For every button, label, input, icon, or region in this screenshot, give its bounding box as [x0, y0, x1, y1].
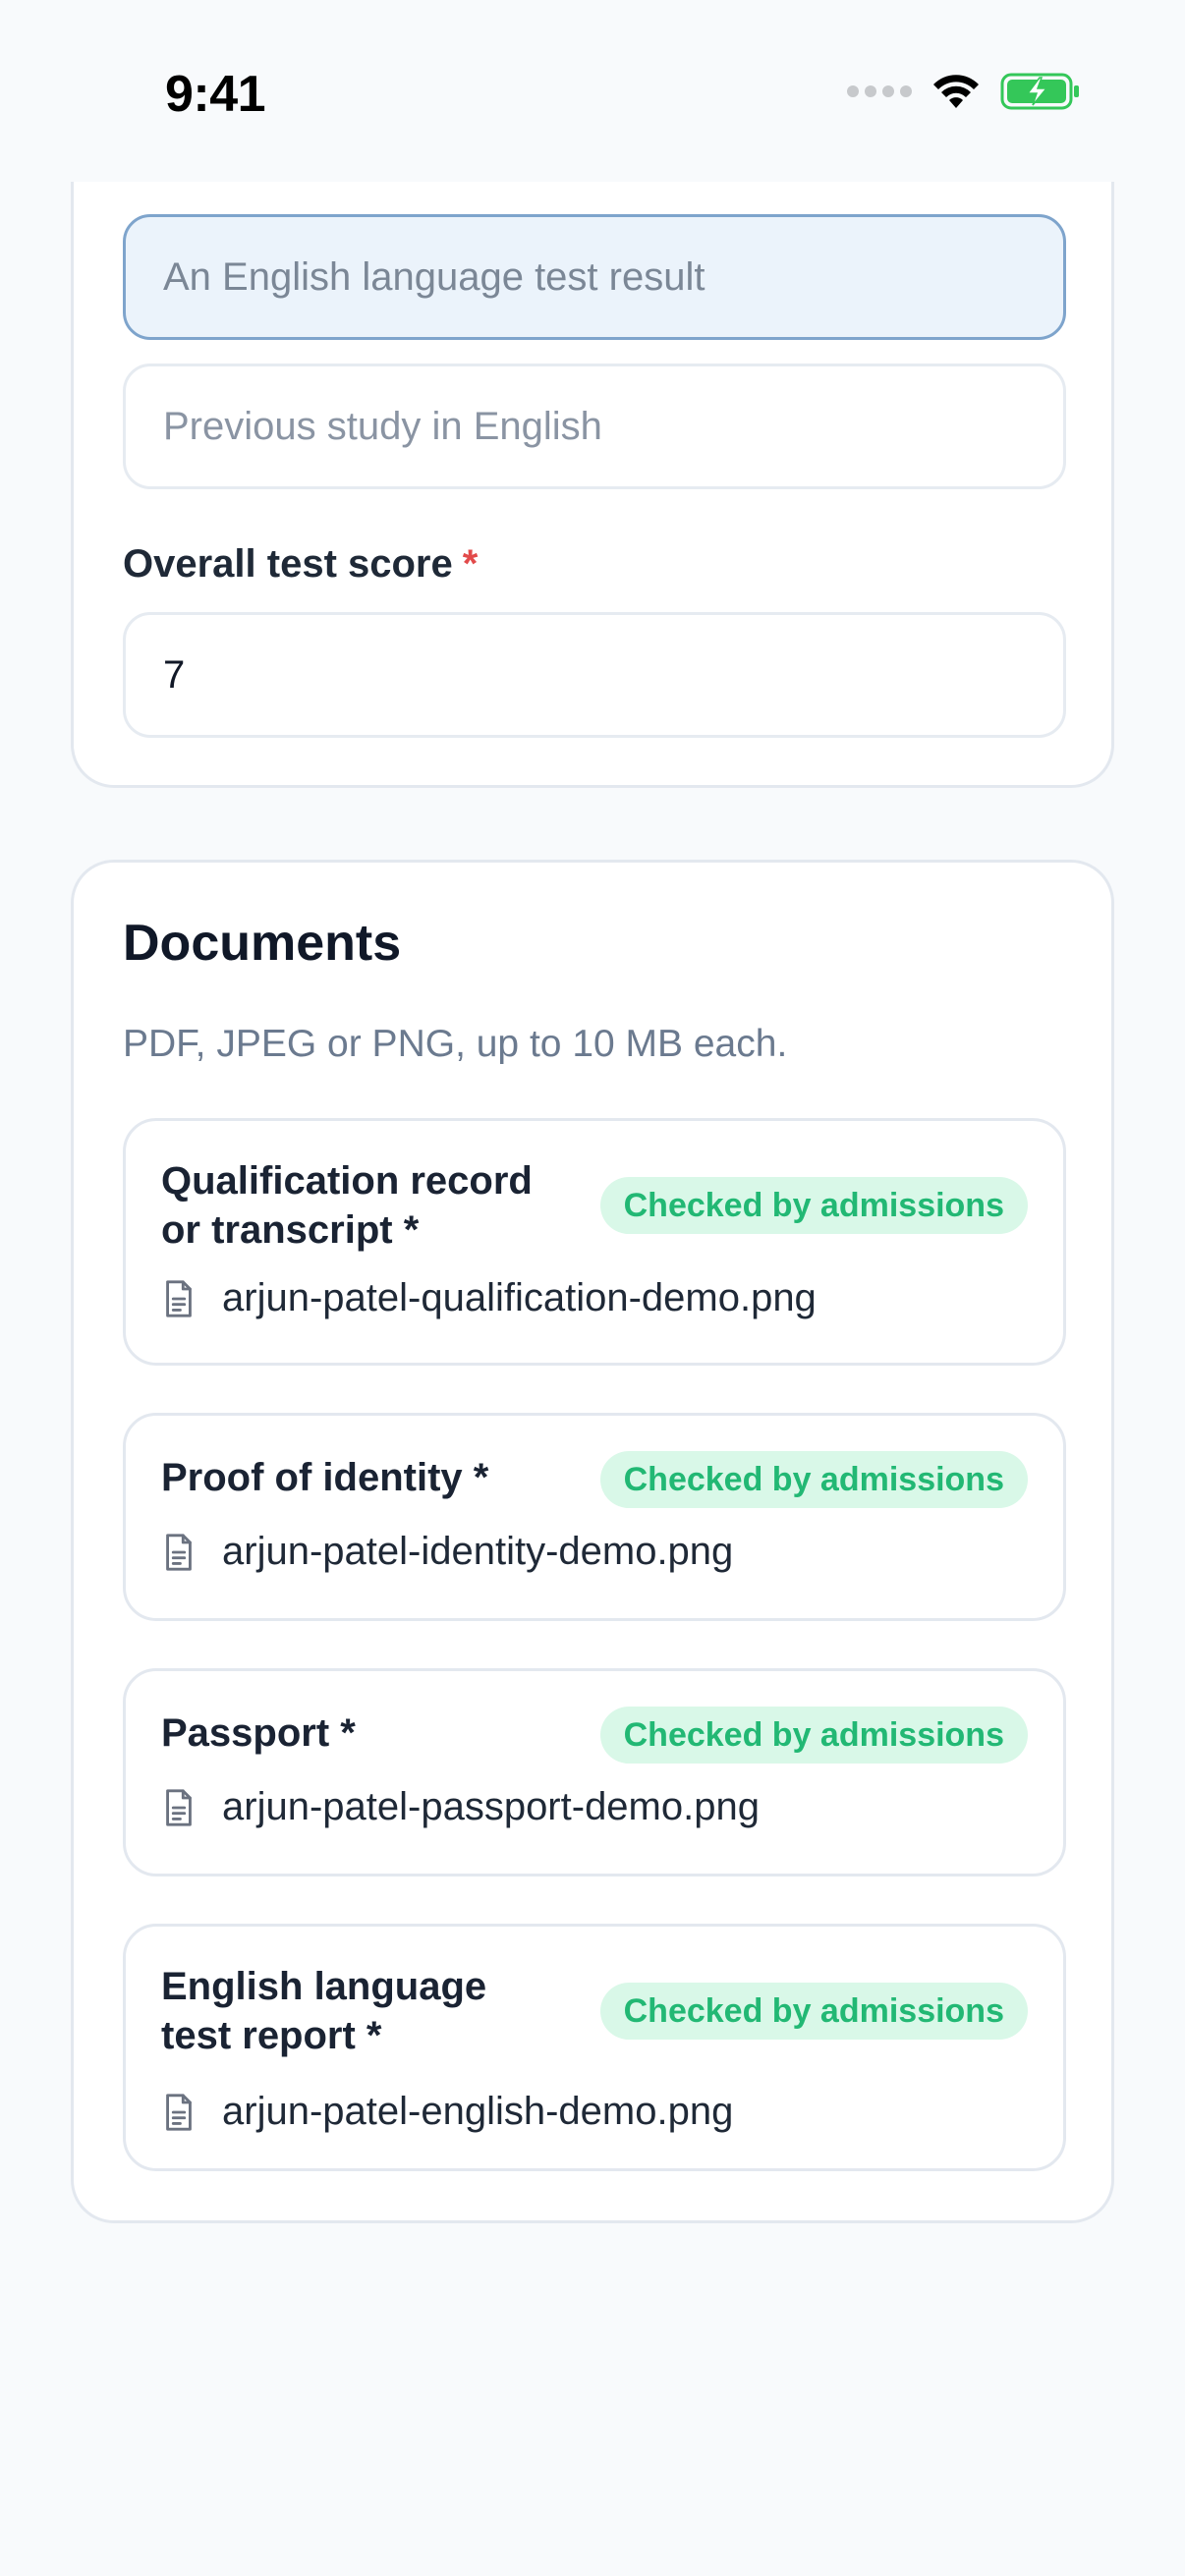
- file-name: arjun-patel-qualification-demo.png: [222, 1276, 817, 1319]
- document-item-qualification[interactable]: Qualification record or transcript * Che…: [123, 1118, 1066, 1366]
- file-name: arjun-patel-english-demo.png: [222, 2090, 734, 2133]
- status-time: 9:41: [165, 66, 266, 123]
- document-title-line: or transcript *: [161, 1208, 420, 1252]
- document-title: Proof of identity *: [161, 1456, 489, 1499]
- document-title-line: English language: [161, 1965, 487, 2008]
- score-field-label: Overall test score *: [123, 542, 478, 587]
- document-title-line: test report *: [161, 2014, 382, 2057]
- document-item-passport[interactable]: Passport * Checked by admissions arjun-p…: [123, 1668, 1066, 1876]
- option-english-test-result[interactable]: An English language test result: [123, 214, 1066, 340]
- document-title-line: Qualification record: [161, 1159, 533, 1203]
- file-name: arjun-patel-identity-demo.png: [222, 1530, 734, 1573]
- file-icon: [166, 1533, 192, 1571]
- required-marker: *: [462, 542, 479, 586]
- score-label-text: Overall test score: [123, 542, 453, 586]
- option-previous-study[interactable]: Previous study in English: [123, 364, 1066, 489]
- option-label: An English language test result: [163, 254, 705, 299]
- document-title: English language test report *: [161, 1962, 486, 2060]
- file-name: arjun-patel-passport-demo.png: [222, 1785, 760, 1828]
- document-item-english-report[interactable]: English language test report * Checked b…: [123, 1924, 1066, 2171]
- status-badge: Checked by admissions: [599, 1177, 1028, 1234]
- document-file[interactable]: arjun-patel-qualification-demo.png: [161, 1276, 817, 1320]
- document-file[interactable]: arjun-patel-english-demo.png: [161, 2090, 733, 2134]
- wifi-icon: [933, 75, 979, 108]
- file-icon: [166, 2093, 192, 2131]
- battery-charging-icon: [1000, 73, 1079, 110]
- status-icons: [847, 72, 1081, 111]
- file-icon: [166, 1279, 192, 1317]
- status-bar: 9:41: [0, 0, 1185, 182]
- overall-test-score-input[interactable]: [123, 612, 1066, 738]
- documents-card: Documents PDF, JPEG or PNG, up to 10 MB …: [71, 860, 1114, 2223]
- document-file[interactable]: arjun-patel-identity-demo.png: [161, 1530, 733, 1574]
- option-label: Previous study in English: [163, 404, 602, 448]
- cellular-signal-icon: [847, 85, 912, 97]
- documents-title: Documents: [123, 915, 402, 972]
- document-title: Qualification record or transcript *: [161, 1156, 533, 1255]
- file-icon: [166, 1788, 192, 1826]
- documents-subtitle: PDF, JPEG or PNG, up to 10 MB each.: [123, 1023, 788, 1065]
- document-title: Passport *: [161, 1711, 356, 1755]
- status-badge: Checked by admissions: [599, 1983, 1028, 2040]
- status-badge: Checked by admissions: [599, 1451, 1028, 1508]
- screen: An English language test result Previous…: [0, 0, 1185, 2576]
- document-item-identity[interactable]: Proof of identity * Checked by admission…: [123, 1413, 1066, 1621]
- status-badge: Checked by admissions: [599, 1707, 1028, 1764]
- document-file[interactable]: arjun-patel-passport-demo.png: [161, 1785, 760, 1829]
